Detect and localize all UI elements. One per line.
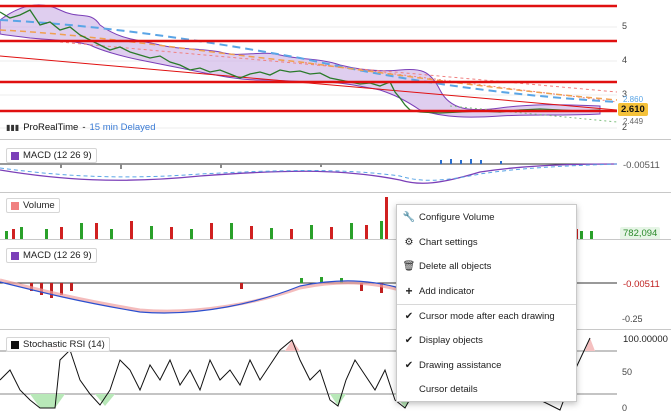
data-source-label: ▮▮▮ ProRealTime - 15 min Delayed — [6, 122, 156, 133]
bars-icon: ▮▮▮ — [6, 123, 20, 132]
menu-drawing-assistance-label: Drawing assistance — [419, 359, 502, 371]
menu-cursor-mode[interactable]: ✔ Cursor mode after each drawing — [397, 305, 576, 327]
menu-drawing-assistance[interactable]: ✔ Drawing assistance — [397, 354, 576, 376]
trash-icon: 🗑 — [402, 260, 416, 272]
menu-display-objects[interactable]: ✔ Display objects — [397, 329, 576, 351]
stoch-value: 100.00000 — [623, 334, 668, 345]
current-price-badge: 2.610 — [618, 103, 648, 116]
source-sep: - — [82, 122, 86, 133]
macd2-title: MACD (12 26 9) — [23, 250, 92, 261]
menu-configure-volume-label: Configure Volume — [419, 211, 495, 223]
price-axis[interactable]: 5 4 3 2 2.860 2.610 2.449 — [617, 0, 671, 138]
menu-delete-all-objects[interactable]: 🗑 Delete all objects — [397, 255, 576, 277]
menu-cursor-details-label: Cursor details — [419, 383, 478, 395]
menu-display-objects-label: Display objects — [419, 334, 483, 346]
macd1-swatch — [11, 151, 19, 160]
source-name: ProRealTime — [23, 122, 79, 133]
menu-cursor-details[interactable]: Cursor details — [397, 378, 576, 400]
stoch-legend[interactable]: Stochastic RSI (14) — [6, 337, 110, 352]
chart-settings-icon: ⚙ — [404, 236, 414, 248]
macd1-legend[interactable]: MACD (12 26 9) — [6, 148, 97, 163]
menu-chart-settings[interactable]: ⚙ Chart settings — [397, 231, 576, 253]
check-icon: ✔ — [404, 334, 414, 346]
wrench-icon: 🔧 — [402, 211, 416, 223]
price-label-4: 4 — [622, 55, 628, 65]
menu-chart-settings-label: Chart settings — [419, 236, 478, 248]
macd2-swatch — [11, 251, 19, 260]
context-menu: 🔧 Configure Volume ⚙ Chart settings 🗑 De… — [396, 204, 577, 402]
stoch-axis-50: 50 — [622, 367, 633, 377]
volume-swatch — [11, 201, 19, 210]
macd1-value: -0.00511 — [623, 160, 660, 171]
delay-link[interactable]: 15 min Delayed — [89, 122, 155, 133]
price-label-5: 5 — [622, 21, 628, 31]
menu-delete-all-label: Delete all objects — [419, 260, 492, 272]
overlap-label-bottom: 2.449 — [623, 117, 644, 126]
check-icon: ✔ — [404, 359, 414, 371]
menu-add-indicator[interactable]: + Add indicator — [397, 280, 576, 302]
stoch-axis-0: 0 — [622, 403, 628, 413]
stoch-swatch — [11, 340, 19, 349]
stoch-title: Stochastic RSI (14) — [23, 339, 105, 350]
price-chart-pane[interactable] — [0, 0, 617, 138]
macd2-axis-label: -0.25 — [622, 314, 643, 324]
check-icon: ✔ — [404, 310, 414, 322]
price-chart-svg — [0, 4, 617, 129]
plus-icon: + — [405, 284, 413, 298]
volume-legend[interactable]: Volume — [6, 198, 60, 213]
volume-title: Volume — [23, 200, 55, 211]
macd2-value: -0.00511 — [623, 279, 660, 290]
menu-configure-volume[interactable]: 🔧 Configure Volume — [397, 206, 576, 228]
menu-add-indicator-label: Add indicator — [419, 285, 475, 297]
menu-cursor-mode-label: Cursor mode after each drawing — [419, 310, 555, 322]
macd2-legend[interactable]: MACD (12 26 9) — [6, 248, 97, 263]
macd1-title: MACD (12 26 9) — [23, 150, 92, 161]
